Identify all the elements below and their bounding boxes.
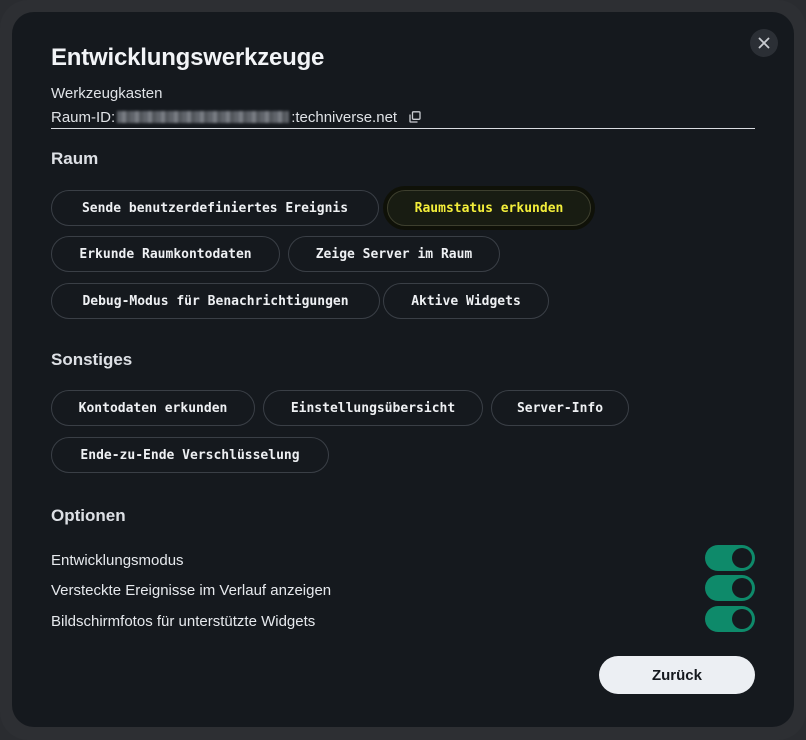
back-button[interactable]: Zurück: [599, 656, 755, 694]
option-label-hidden-events: Versteckte Ereignisse im Verlauf anzeige…: [51, 582, 332, 599]
toggle-developer-mode[interactable]: [705, 545, 755, 571]
view-servers-in-room-button[interactable]: Zeige Server im Raum: [288, 236, 500, 272]
explore-account-data-button[interactable]: Kontodaten erkunden: [51, 390, 255, 426]
send-custom-event-button[interactable]: Sende benutzerdefiniertes Ereignis: [51, 190, 379, 226]
dialog-title: Entwicklungswerkzeuge: [51, 44, 325, 71]
section-heading-other: Sonstiges: [51, 350, 133, 369]
e2e-encryption-button[interactable]: Ende-zu-Ende Verschlüsselung: [51, 437, 329, 473]
server-info-button[interactable]: Server-Info: [491, 390, 629, 426]
toggle-widget-screenshots[interactable]: [705, 606, 755, 632]
room-id-row: Raum-ID: :techniverse.net: [51, 106, 755, 129]
notifications-debug-button[interactable]: Debug-Modus für Benachrichtigungen: [51, 283, 380, 319]
toggle-knob: [732, 578, 752, 598]
room-id-label: Raum-ID:: [51, 108, 116, 126]
section-heading-options: Optionen: [51, 506, 126, 525]
dialog-subtitle: Werkzeugkasten: [51, 85, 163, 102]
room-id-server: :techniverse.net: [291, 108, 398, 126]
window-frame: Entwicklungswerkzeuge Werkzeugkasten Rau…: [0, 0, 806, 740]
toggle-knob: [732, 609, 752, 629]
toggle-hidden-events[interactable]: [705, 575, 755, 601]
toggle-knob: [732, 548, 752, 568]
devtools-dialog: Entwicklungswerkzeuge Werkzeugkasten Rau…: [12, 12, 794, 727]
section-heading-room: Raum: [51, 149, 99, 168]
close-icon: [758, 37, 770, 49]
option-label-developer-mode: Entwicklungsmodus: [51, 552, 184, 569]
explore-room-state-button[interactable]: Raumstatus erkunden: [387, 190, 591, 226]
settings-explorer-button[interactable]: Einstellungsübersicht: [263, 390, 483, 426]
copy-icon[interactable]: [409, 111, 421, 123]
active-widgets-button[interactable]: Aktive Widgets: [383, 283, 549, 319]
close-button[interactable]: [750, 29, 778, 57]
explore-room-account-data-button[interactable]: Erkunde Raumkontodaten: [51, 236, 280, 272]
room-id-redacted: [117, 111, 290, 123]
option-label-widget-screenshots: Bildschirmfotos für unterstützte Widgets: [51, 613, 316, 630]
